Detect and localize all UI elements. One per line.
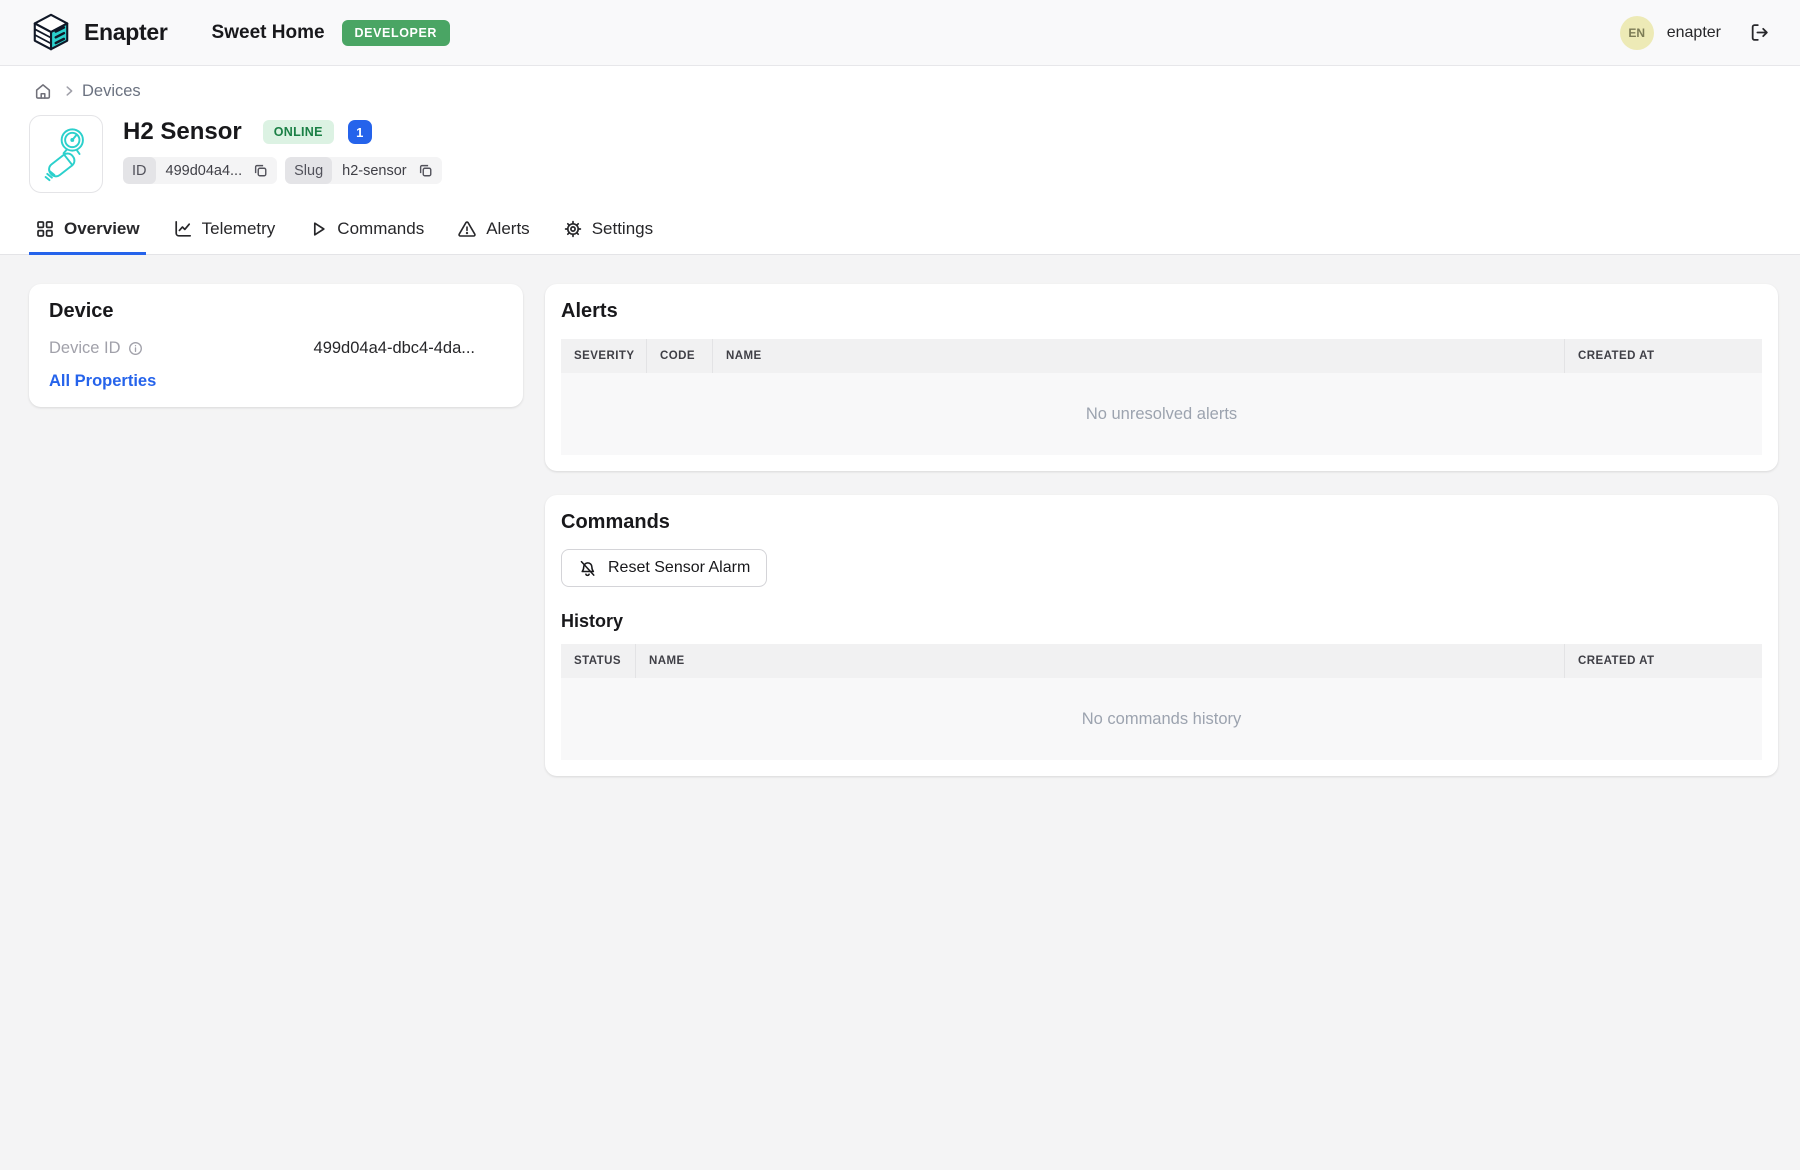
alerts-col-severity: SEVERITY: [561, 339, 647, 373]
history-empty-state: No commands history: [561, 678, 1762, 760]
avatar[interactable]: EN: [1620, 16, 1654, 50]
username[interactable]: enapter: [1667, 24, 1721, 42]
logout-icon[interactable]: [1749, 22, 1770, 43]
main-content: Device Device ID 499d04a4-dbc4-4da... Al…: [0, 255, 1800, 776]
developer-badge: DEVELOPER: [342, 20, 451, 46]
device-slug-chip-value: h2-sensor: [332, 163, 416, 179]
tab-alerts-label: Alerts: [486, 219, 529, 239]
device-card: Device Device ID 499d04a4-dbc4-4da... Al…: [29, 284, 523, 407]
brand-name: Enapter: [84, 19, 168, 46]
device-id-row: Device ID 499d04a4-dbc4-4da...: [49, 339, 503, 358]
alerts-table: SEVERITY CODE NAME CREATED AT No unresol…: [561, 339, 1762, 455]
device-head: H2 Sensor ONLINE 1 ID 499d04a4... S: [0, 103, 1800, 193]
right-column: Alerts SEVERITY CODE NAME CREATED AT No …: [545, 284, 1778, 776]
tab-commands-label: Commands: [337, 219, 424, 239]
head-section: Devices H2 Sensor ONLINE 1: [0, 66, 1800, 255]
device-id-chip-label: ID: [123, 157, 156, 184]
device-title-row: H2 Sensor ONLINE 1: [123, 118, 442, 146]
all-properties-link[interactable]: All Properties: [49, 372, 503, 391]
home-icon[interactable]: [34, 82, 52, 100]
tab-overview[interactable]: Overview: [29, 207, 146, 255]
bell-off-icon: [578, 559, 597, 578]
tab-settings-label: Settings: [592, 219, 653, 239]
device-card-title: Device: [49, 300, 503, 323]
breadcrumb-devices[interactable]: Devices: [82, 82, 141, 101]
tab-commands[interactable]: Commands: [302, 207, 430, 255]
alerts-col-created-at: CREATED AT: [1565, 339, 1762, 373]
device-id-label: Device ID: [49, 339, 143, 358]
online-status-badge: ONLINE: [263, 120, 334, 144]
copy-slug-icon[interactable]: [417, 163, 442, 178]
enapter-logo-icon[interactable]: [30, 12, 72, 54]
reset-sensor-alarm-button[interactable]: Reset Sensor Alarm: [561, 549, 767, 587]
device-slug-chip-label: Slug: [285, 157, 332, 184]
alerts-empty-state: No unresolved alerts: [561, 373, 1762, 455]
history-table: STATUS NAME CREATED AT No commands histo…: [561, 644, 1762, 760]
copy-id-icon[interactable]: [252, 163, 277, 178]
h2-sensor-gauge-illustration: [37, 123, 95, 185]
tab-overview-label: Overview: [64, 219, 140, 239]
history-col-created-at: CREATED AT: [1565, 644, 1762, 678]
history-table-header: STATUS NAME CREATED AT: [561, 644, 1762, 678]
alerts-card-title: Alerts: [561, 300, 1762, 323]
reset-sensor-alarm-label: Reset Sensor Alarm: [608, 559, 750, 577]
chevron-right-icon: [62, 84, 76, 98]
alerts-col-name: NAME: [713, 339, 1565, 373]
device-id-value: 499d04a4-dbc4-4da...: [314, 339, 503, 358]
alerts-table-header: SEVERITY CODE NAME CREATED AT: [561, 339, 1762, 373]
tab-telemetry[interactable]: Telemetry: [167, 207, 282, 255]
history-col-name: NAME: [636, 644, 1565, 678]
device-image: [29, 115, 103, 193]
device-chips-row: ID 499d04a4... Slug h2-sensor: [123, 157, 442, 184]
alert-count-badge[interactable]: 1: [348, 120, 372, 144]
grid-icon: [35, 219, 55, 239]
device-id-label-text: Device ID: [49, 339, 121, 358]
chart-line-icon: [173, 219, 193, 239]
device-id-chip-value: 499d04a4...: [156, 163, 253, 179]
play-icon: [308, 219, 328, 239]
alert-triangle-icon: [457, 219, 477, 239]
commands-card: Commands Reset Sensor Alarm History STAT…: [545, 495, 1778, 776]
tabs: Overview Telemetry Commands: [0, 207, 1800, 255]
info-icon[interactable]: [128, 341, 143, 356]
alerts-card: Alerts SEVERITY CODE NAME CREATED AT No …: [545, 284, 1778, 471]
alerts-col-code: CODE: [647, 339, 713, 373]
site-name[interactable]: Sweet Home: [212, 22, 325, 44]
topbar: Enapter Sweet Home DEVELOPER EN enapter: [0, 0, 1800, 66]
device-id-chip: ID 499d04a4...: [123, 157, 277, 184]
commands-card-title: Commands: [561, 511, 1762, 534]
tab-alerts[interactable]: Alerts: [451, 207, 535, 255]
device-head-main: H2 Sensor ONLINE 1 ID 499d04a4... S: [123, 115, 442, 193]
topbar-left: Enapter Sweet Home DEVELOPER: [30, 12, 450, 54]
topbar-right: EN enapter: [1620, 16, 1770, 50]
device-title: H2 Sensor: [123, 118, 242, 146]
history-title: History: [561, 611, 1762, 632]
breadcrumb: Devices: [0, 66, 1800, 103]
tab-settings[interactable]: Settings: [557, 207, 659, 255]
tab-telemetry-label: Telemetry: [202, 219, 276, 239]
device-slug-chip: Slug h2-sensor: [285, 157, 442, 184]
history-col-status: STATUS: [561, 644, 636, 678]
gear-icon: [563, 219, 583, 239]
